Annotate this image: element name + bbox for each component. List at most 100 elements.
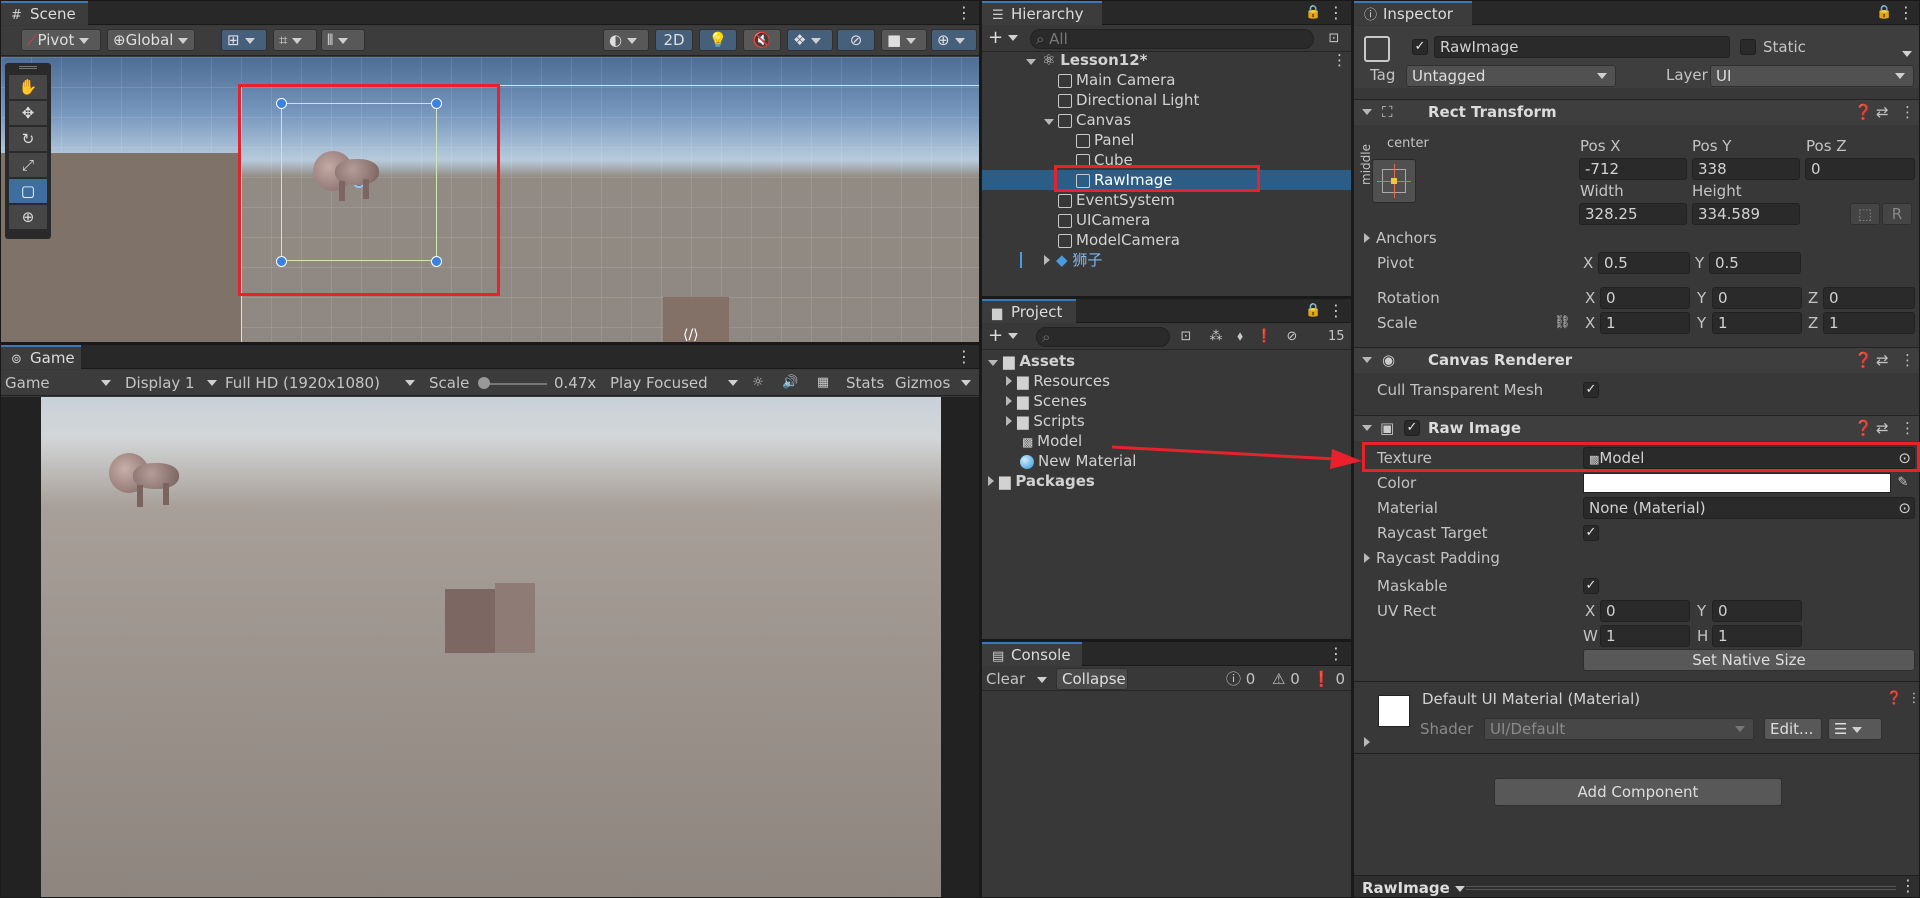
- uv-y-field[interactable]: 0: [1712, 600, 1802, 622]
- project-item-scripts[interactable]: ▆ Scripts: [982, 411, 1351, 431]
- label-icon[interactable]: ⬧: [1232, 329, 1248, 345]
- info-count[interactable]: ⓘ 0: [1226, 669, 1255, 689]
- rot-y-field[interactable]: 0: [1712, 287, 1802, 309]
- bug-icon[interactable]: ☼: [750, 375, 766, 391]
- raw-edit-button[interactable]: R: [1882, 203, 1912, 225]
- width-field[interactable]: 328.25: [1579, 203, 1687, 225]
- audio-toggle-icon[interactable]: 🔇: [743, 29, 781, 51]
- uv-w-field[interactable]: 1: [1600, 625, 1690, 647]
- raw-image-enabled-checkbox[interactable]: ✓: [1404, 420, 1420, 436]
- error-count[interactable]: ❗ 0: [1312, 669, 1345, 689]
- color-swatch[interactable]: [1583, 473, 1891, 493]
- scale-slider-track[interactable]: [481, 383, 547, 385]
- global-dropdown[interactable]: ⊕Global: [107, 29, 195, 51]
- component-menu-icon[interactable]: ⋮: [1900, 103, 1915, 121]
- hidden-packages-icon[interactable]: ⊘: [1284, 329, 1300, 345]
- raw-image-header[interactable]: ▣ ✓ Raw Image ❓ ⇄ ⋮: [1354, 415, 1919, 441]
- shader-options-dropdown[interactable]: ☰: [1828, 718, 1882, 740]
- hierarchy-item-panel[interactable]: Panel: [982, 130, 1351, 150]
- project-item-scenes[interactable]: ▆ Scenes: [982, 391, 1351, 411]
- uv-h-field[interactable]: 1: [1712, 625, 1802, 647]
- posz-field[interactable]: 0: [1805, 158, 1915, 180]
- gameobject-large-icon[interactable]: [1364, 36, 1390, 62]
- camera-settings-icon[interactable]: ■: [881, 29, 927, 51]
- blueprint-mode-button[interactable]: ⬚: [1850, 203, 1880, 225]
- create-button[interactable]: +: [988, 28, 1022, 48]
- add-component-button[interactable]: Add Component: [1494, 778, 1782, 806]
- constrain-proportions-icon[interactable]: ⛓: [1554, 315, 1571, 331]
- display-dropdown[interactable]: Display 1: [125, 373, 217, 393]
- create-asset-button[interactable]: +: [988, 326, 1022, 346]
- pivot-x-field[interactable]: 0.5: [1598, 252, 1690, 274]
- effects-toggle-icon[interactable]: ❖: [787, 29, 833, 51]
- scale-tool-icon[interactable]: ⤢: [9, 153, 47, 177]
- keyboard-icon[interactable]: ▦: [815, 375, 831, 391]
- static-checkbox[interactable]: [1740, 39, 1756, 55]
- component-menu-icon[interactable]: ⋮: [1900, 419, 1915, 437]
- hierarchy-item-uicamera[interactable]: UICamera: [982, 210, 1351, 230]
- uv-x-field[interactable]: 0: [1600, 600, 1690, 622]
- transform-tool-icon[interactable]: ⊕: [9, 205, 47, 229]
- grid-snap-toggle[interactable]: ⊞: [221, 29, 267, 51]
- material-field[interactable]: None (Material) ⊙: [1583, 497, 1915, 519]
- eyedropper-icon[interactable]: ✎: [1895, 475, 1911, 491]
- material-foldout-icon[interactable]: [1364, 733, 1370, 751]
- project-item-assets[interactable]: ▆ Assets: [982, 351, 1351, 371]
- hierarchy-item-modelcamera[interactable]: ModelCamera: [982, 230, 1351, 250]
- hierarchy-item-scene[interactable]: ⚛ Lesson12* ⋮: [982, 50, 1351, 70]
- search-by-type-icon[interactable]: ⊡: [1178, 329, 1194, 345]
- rect-tool-icon[interactable]: ▢: [9, 179, 47, 203]
- raycast-target-checkbox[interactable]: ✓: [1583, 525, 1599, 541]
- hand-tool-icon[interactable]: ✋: [9, 75, 47, 99]
- project-menu-icon[interactable]: ⋮: [1328, 301, 1344, 321]
- hierarchy-menu-icon[interactable]: ⋮: [1328, 3, 1344, 23]
- speaker-icon[interactable]: 🔊: [782, 375, 798, 391]
- hierarchy-item-canvas[interactable]: Canvas: [982, 110, 1351, 130]
- rot-x-field[interactable]: 0: [1600, 287, 1690, 309]
- footer-object-dropdown[interactable]: RawImage: [1362, 878, 1465, 897]
- scale-z-field[interactable]: 1: [1823, 312, 1915, 334]
- component-menu-icon[interactable]: ⋮: [1906, 691, 1920, 707]
- set-native-size-button[interactable]: Set Native Size: [1583, 649, 1915, 671]
- project-search-input[interactable]: ⌕: [1036, 327, 1170, 347]
- pivot-dropdown[interactable]: ⟋Pivot: [21, 29, 101, 51]
- help-icon[interactable]: ❓: [1854, 419, 1873, 437]
- play-mode-dropdown[interactable]: Play Focused: [610, 373, 740, 393]
- object-name-field[interactable]: RawImage: [1434, 36, 1730, 58]
- mode-2d-toggle[interactable]: 2D: [655, 29, 693, 51]
- gizmos-toggle-icon[interactable]: ⊕: [931, 29, 977, 51]
- layer-dropdown[interactable]: UI: [1710, 65, 1914, 87]
- move-tool-icon[interactable]: ✥: [9, 101, 47, 125]
- hierarchy-item-lion[interactable]: ◆ 狮子: [982, 250, 1351, 270]
- presets-icon[interactable]: ⇄: [1876, 351, 1889, 369]
- maskable-checkbox[interactable]: ✓: [1583, 578, 1599, 594]
- static-dropdown-icon[interactable]: [1902, 44, 1912, 62]
- shading-mode-dropdown[interactable]: ◐: [603, 29, 649, 51]
- clear-button[interactable]: Clear: [986, 669, 1048, 689]
- scale-slider-thumb[interactable]: [478, 377, 490, 389]
- footer-menu-icon[interactable]: ⋮: [1900, 876, 1916, 896]
- hierarchy-item-main-camera[interactable]: Main Camera: [982, 70, 1351, 90]
- object-picker-icon[interactable]: ⊙: [1898, 498, 1911, 518]
- game-menu-icon[interactable]: ⋮: [956, 347, 972, 367]
- edit-shader-button[interactable]: Edit...: [1764, 718, 1822, 740]
- presets-icon[interactable]: ⇄: [1876, 103, 1889, 121]
- hierarchy-item-eventsystem[interactable]: EventSystem: [982, 190, 1351, 210]
- tab-project[interactable]: ▆ Project: [982, 299, 1076, 323]
- footer-resize-bar[interactable]: [1466, 886, 1896, 890]
- tag-dropdown[interactable]: Untagged: [1406, 65, 1616, 87]
- inspector-menu-icon[interactable]: ⋮: [1898, 3, 1914, 23]
- anchor-presets-button[interactable]: [1372, 159, 1416, 203]
- scene-visibility-icon[interactable]: ⊘: [837, 29, 875, 51]
- lock-icon[interactable]: 🔒: [1305, 3, 1321, 23]
- active-checkbox[interactable]: ✓: [1412, 39, 1428, 55]
- help-icon[interactable]: ❓: [1886, 691, 1902, 707]
- component-menu-icon[interactable]: ⋮: [1900, 351, 1915, 369]
- view-gizmo-icon[interactable]: ⟨/⟩: [683, 327, 699, 342]
- scene-search-icon[interactable]: ⊡: [1326, 31, 1342, 47]
- console-menu-icon[interactable]: ⋮: [1328, 644, 1344, 664]
- rot-z-field[interactable]: 0: [1823, 287, 1915, 309]
- shader-dropdown[interactable]: UI/Default: [1484, 718, 1754, 740]
- pivot-y-field[interactable]: 0.5: [1709, 252, 1801, 274]
- posy-field[interactable]: 338: [1692, 158, 1800, 180]
